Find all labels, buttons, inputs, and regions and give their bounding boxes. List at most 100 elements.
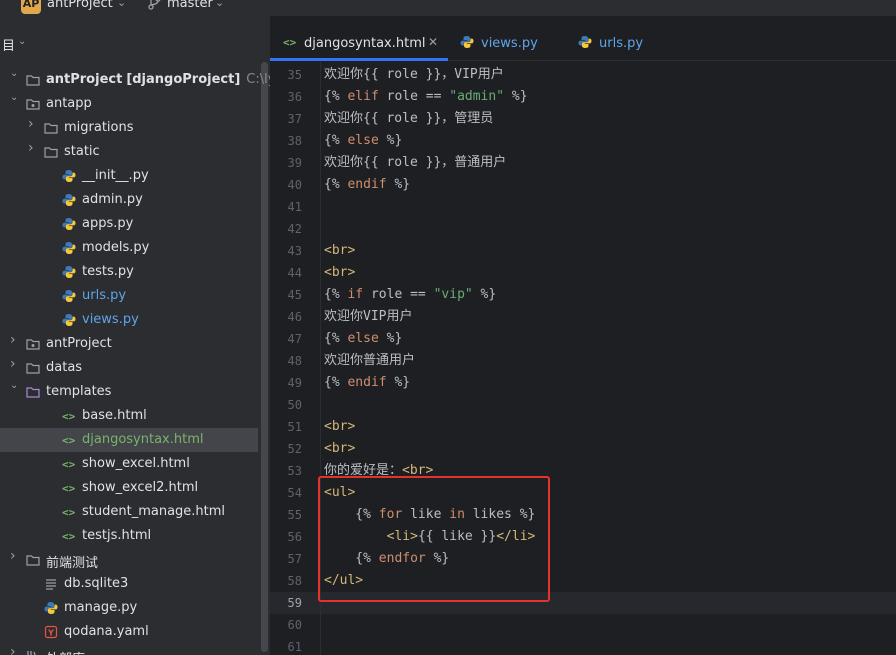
code-line-36[interactable]: {% elif role == "admin" %}	[324, 86, 528, 108]
chevron-down-icon[interactable]: ⌄	[10, 93, 20, 103]
tree-item[interactable]: urls.py	[0, 284, 258, 308]
code-line-43[interactable]: <br>	[324, 240, 355, 262]
line-number[interactable]: 59	[270, 592, 302, 614]
tree-item-label: models.py	[82, 240, 149, 255]
tree-item-name: show_excel.html	[82, 456, 190, 471]
line-number[interactable]: 52	[270, 438, 302, 460]
chevron-right-icon[interactable]: ›	[10, 645, 20, 655]
tree-item-label: migrations	[64, 120, 134, 135]
tree-item[interactable]: › 前端测试	[0, 548, 258, 572]
line-number[interactable]: 38	[270, 130, 302, 152]
line-number[interactable]: 55	[270, 504, 302, 526]
code-line-38[interactable]: {% else %}	[324, 130, 402, 152]
code-text: 欢迎你VIP用户	[324, 309, 413, 324]
tab-djangosyntax-html[interactable]: <> djangosyntax.html ✕	[270, 16, 448, 61]
tree-item[interactable]: db.sqlite3	[0, 572, 258, 596]
line-number[interactable]: 51	[270, 416, 302, 438]
chevron-down-icon[interactable]: ⌄	[10, 69, 20, 79]
chevron-down-icon[interactable]: ⌄	[215, 0, 224, 9]
chevron-down-icon[interactable]: ⌄	[117, 0, 126, 9]
tab-urls-py[interactable]: urls.py	[572, 16, 682, 61]
code-line-46[interactable]: 欢迎你VIP用户	[324, 306, 412, 328]
sidebar-scrollbar[interactable]	[261, 62, 268, 652]
line-number[interactable]: 41	[270, 196, 302, 218]
line-number[interactable]: 56	[270, 526, 302, 548]
chevron-down-icon[interactable]: ⌄	[18, 36, 26, 47]
tree-item[interactable]: › 外部库	[0, 644, 258, 655]
code-line-49[interactable]: {% endif %}	[324, 372, 410, 394]
code-line-47[interactable]: {% else %}	[324, 328, 402, 350]
close-icon[interactable]: ✕	[428, 35, 438, 49]
line-number[interactable]: 36	[270, 86, 302, 108]
line-number[interactable]: 43	[270, 240, 302, 262]
line-number[interactable]: 57	[270, 548, 302, 570]
chevron-right-icon[interactable]: ›	[10, 333, 20, 347]
chevron-right-icon[interactable]: ›	[28, 117, 38, 131]
tree-item[interactable]: apps.py	[0, 212, 258, 236]
code-line-52[interactable]: <br>	[324, 438, 355, 460]
tree-item-name: templates	[46, 384, 112, 399]
line-number[interactable]: 48	[270, 350, 302, 372]
line-number[interactable]: 44	[270, 262, 302, 284]
code-line-39[interactable]: 欢迎你{{ role }}，普通用户	[324, 152, 506, 174]
chevron-right-icon[interactable]: ›	[28, 141, 38, 155]
tree-item-label: apps.py	[82, 216, 133, 231]
line-number[interactable]: 50	[270, 394, 302, 416]
code-line-35[interactable]: 欢迎你{{ role }}，VIP用户	[324, 64, 504, 86]
chevron-right-icon[interactable]: ›	[10, 357, 20, 371]
chevron-down-icon[interactable]: ⌄	[10, 381, 20, 391]
branch-switcher[interactable]: master	[167, 0, 213, 11]
line-number[interactable]: 49	[270, 372, 302, 394]
tree-item[interactable]: <> student_manage.html	[0, 500, 258, 524]
tree-item[interactable]: manage.py	[0, 596, 258, 620]
tree-item[interactable]: tests.py	[0, 260, 258, 284]
line-number[interactable]: 53	[270, 460, 302, 482]
code-keyword: elif	[347, 89, 379, 104]
python-icon	[460, 36, 474, 48]
tree-item[interactable]: Yqodana.yaml	[0, 620, 258, 644]
line-number[interactable]: 54	[270, 482, 302, 504]
line-number[interactable]: 61	[270, 636, 302, 655]
code-line-44[interactable]: <br>	[324, 262, 355, 284]
line-number[interactable]: 35	[270, 64, 302, 86]
tree-item-name: show_excel2.html	[82, 480, 199, 495]
tree-item[interactable]: › migrations	[0, 116, 258, 140]
tree-item[interactable]: <> show_excel2.html	[0, 476, 258, 500]
tree-item[interactable]: ⌄ antProject[djangoProject] C:\lyhwork\	[0, 68, 270, 92]
project-badge[interactable]: AP	[21, 0, 41, 14]
line-number[interactable]: 37	[270, 108, 302, 130]
tree-item[interactable]: __init__.py	[0, 164, 258, 188]
tree-item[interactable]: › static	[0, 140, 258, 164]
tree-item-name: 前端测试	[46, 556, 99, 571]
line-number[interactable]: 42	[270, 218, 302, 240]
tree-item[interactable]: models.py	[0, 236, 258, 260]
tree-item[interactable]: › datas	[0, 356, 258, 380]
line-number[interactable]: 45	[270, 284, 302, 306]
tree-item-label: datas	[46, 360, 82, 375]
line-number[interactable]: 39	[270, 152, 302, 174]
code-line-48[interactable]: 欢迎你普通用户	[324, 350, 415, 372]
code-line-45[interactable]: {% if role == "vip" %}	[324, 284, 496, 306]
tree-item[interactable]: ⌄ templates	[0, 380, 258, 404]
line-number[interactable]: 40	[270, 174, 302, 196]
tree-item[interactable]: › antProject	[0, 332, 258, 356]
tree-item[interactable]: ⌄ antapp	[0, 92, 258, 116]
tree-item[interactable]: admin.py	[0, 188, 258, 212]
git-branch-icon[interactable]	[147, 0, 161, 10]
chevron-right-icon[interactable]: ›	[10, 549, 20, 563]
line-number[interactable]: 47	[270, 328, 302, 350]
project-switcher[interactable]: antProject	[47, 0, 113, 11]
tree-item[interactable]: <> base.html	[0, 404, 258, 428]
code-line-51[interactable]: <br>	[324, 416, 355, 438]
tree-item[interactable]: <> testjs.html	[0, 524, 258, 548]
tree-item[interactable]: <> djangosyntax.html	[0, 428, 258, 452]
code-string: "vip"	[433, 287, 473, 302]
tree-item[interactable]: views.py	[0, 308, 258, 332]
line-number[interactable]: 60	[270, 614, 302, 636]
code-line-40[interactable]: {% endif %}	[324, 174, 410, 196]
line-number[interactable]: 46	[270, 306, 302, 328]
code-line-37[interactable]: 欢迎你{{ role }}，管理员	[324, 108, 493, 130]
tree-item[interactable]: <> show_excel.html	[0, 452, 258, 476]
tab-views-py[interactable]: views.py	[454, 16, 564, 61]
line-number[interactable]: 58	[270, 570, 302, 592]
